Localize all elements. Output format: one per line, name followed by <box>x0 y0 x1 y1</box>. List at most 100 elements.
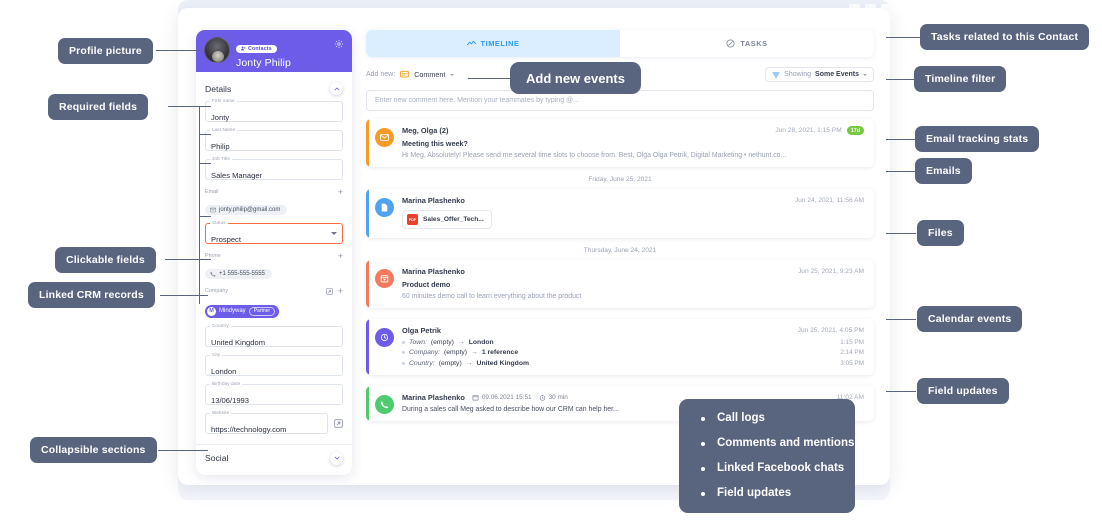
timeline-filter[interactable]: Showing Some Events <box>765 67 874 82</box>
timeline-event-calendar[interactable]: Marina Plashenko Jun 25, 2021, 9:23 AM P… <box>366 260 874 308</box>
email-chip[interactable]: jonty.philip@gmail.com <box>205 205 288 215</box>
linked-company-chip[interactable]: M Mindyway Partner <box>205 304 280 318</box>
add-new-control[interactable]: Add new: Comment <box>366 70 455 79</box>
add-company-button[interactable]: + <box>338 287 343 296</box>
field-status[interactable]: Status Prospect <box>205 220 343 244</box>
list-item: Linked Facebook chats <box>701 462 844 474</box>
bullet-icon <box>402 340 405 344</box>
details-section-header[interactable]: Details <box>205 82 343 95</box>
phone-icon <box>375 394 394 414</box>
field-label: Birthday date <box>210 380 243 387</box>
field-key: Town: <box>409 338 427 346</box>
field-new-value: 1 reference <box>481 349 519 356</box>
file-name: Sales_Offer_Tech... <box>423 216 484 223</box>
annotation-collapsible-sections: Collapsible sections <box>30 437 157 463</box>
event-strip <box>366 189 369 238</box>
record-name: Jonty Philip <box>236 57 291 69</box>
tab-timeline[interactable]: TIMELINE <box>366 30 620 57</box>
event-author: Marina Plashenko <box>402 392 465 402</box>
field-website[interactable]: Website https://technology.com <box>205 409 328 434</box>
contact-record-card: Contacts Jonty Philip Details First name <box>196 30 352 475</box>
arrow-icon: → <box>471 349 478 356</box>
chevron-down-icon[interactable] <box>331 232 337 235</box>
envelope-icon <box>210 207 216 213</box>
field-update-detail: Town: (empty) → London <box>402 339 494 346</box>
call-date: 09.06.2021 15:51 <box>481 393 532 401</box>
annotation-linked-crm-records: Linked CRM records <box>28 282 155 308</box>
arrow-icon: → <box>457 338 465 346</box>
phone-value: +1 555-555-5555 <box>219 271 265 277</box>
phone-chip[interactable]: +1 555-555-5555 <box>205 269 272 279</box>
field-update-detail: Company: (empty) → 1 reference <box>402 349 518 356</box>
timeline-event-email[interactable]: Meg, Olga (2) Jun 28, 2021, 1:15 PM 17d … <box>366 119 874 167</box>
bullet-icon <box>402 351 405 354</box>
calendar-icon <box>375 269 394 288</box>
leader-line <box>199 259 211 261</box>
event-participants: Meg, Olga (2) <box>402 126 449 135</box>
history-glyph-icon <box>380 333 389 342</box>
phone-section-header: Phone + <box>205 252 343 261</box>
field-last-name[interactable]: Last Name Philip <box>205 127 343 151</box>
event-strip <box>366 260 369 308</box>
chevron-down-icon <box>334 456 339 460</box>
field-country[interactable]: Country United Kingdom <box>205 322 343 347</box>
collapse-details-button[interactable] <box>330 82 343 95</box>
leader-line <box>168 106 200 108</box>
field-birthday-date[interactable]: Birthday date 13/06/1993 <box>205 380 343 405</box>
email-section-header: Email + <box>205 188 343 197</box>
envelope-glyph-icon <box>380 134 389 141</box>
call-duration-meta: 30 min <box>539 394 568 401</box>
day-separator: Friday, June 25, 2021 <box>588 176 652 183</box>
tab-tasks[interactable]: TASKS <box>620 30 874 57</box>
event-author: Olga Petrik <box>402 326 442 335</box>
social-section-header[interactable]: Social <box>205 445 343 465</box>
field-update-row: Country: (empty) → United Kingdom 3:05 P… <box>402 360 864 367</box>
filter-label: Showing <box>784 71 812 78</box>
leader-line <box>199 106 211 108</box>
leader-line <box>156 50 200 52</box>
avatar[interactable] <box>204 37 230 63</box>
add-phone-button[interactable]: + <box>338 252 343 261</box>
leader-line <box>886 139 916 141</box>
email-value: jonty.philip@gmail.com <box>219 207 281 213</box>
field-first-name[interactable]: First name Jonty <box>205 98 343 122</box>
day-separator: Thursday, June 24, 2021 <box>583 247 657 254</box>
call-duration: 30 min <box>548 393 568 401</box>
event-preview: Hi Meg, Absolutely! Please send me sever… <box>402 152 787 159</box>
field-new-value: London <box>468 338 494 346</box>
field-value: Philip <box>211 142 230 151</box>
field-old-value: (empty) <box>430 338 454 346</box>
add-email-button[interactable]: + <box>338 188 343 197</box>
leader-line <box>199 163 211 165</box>
tab-label: TIMELINE <box>480 39 520 48</box>
annotation-email-tracking-stats: Email tracking stats <box>915 126 1040 152</box>
comment-icon <box>400 70 410 78</box>
chevron-down-icon[interactable] <box>450 73 455 76</box>
field-value: Jonty <box>211 113 230 122</box>
annotation-emails: Emails <box>915 158 972 184</box>
timeline-event-file[interactable]: Marina Plashenko Jun 24, 2021, 11:56 AM … <box>366 189 874 238</box>
tab-label: TASKS <box>740 39 768 48</box>
event-subject: Meeting this week? <box>402 139 468 148</box>
tab-bar: TIMELINE TASKS <box>366 30 874 57</box>
list-item: Call logs <box>701 412 833 424</box>
history-clock-icon <box>375 328 394 347</box>
open-website-icon[interactable] <box>334 418 343 428</box>
field-city[interactable]: City London <box>205 351 343 376</box>
event-header: Meg, Olga (2) Jun 28, 2021, 1:15 PM 17d <box>402 126 864 135</box>
expand-social-button[interactable] <box>330 451 343 465</box>
timeline-event-field-updates[interactable]: Olga Petrik Jun 25, 2021, 4:05 PM Town: … <box>366 319 874 375</box>
leader-line <box>165 259 200 261</box>
leader-line <box>886 319 916 321</box>
pdf-icon: PDF <box>407 214 418 225</box>
field-job-title[interactable]: Job Title Sales Manager <box>205 156 343 180</box>
event-subject: Product demo <box>402 280 451 289</box>
external-link-icon[interactable] <box>325 287 333 295</box>
record-type-chip[interactable]: Contacts <box>236 44 277 53</box>
leader-line <box>158 450 208 452</box>
chevron-down-icon[interactable] <box>863 73 867 76</box>
file-attachment-chip[interactable]: PDF Sales_Offer_Tech... <box>402 210 492 229</box>
gear-icon[interactable] <box>334 39 344 49</box>
field-key: Company: <box>409 349 440 356</box>
filter-icon <box>772 72 780 77</box>
